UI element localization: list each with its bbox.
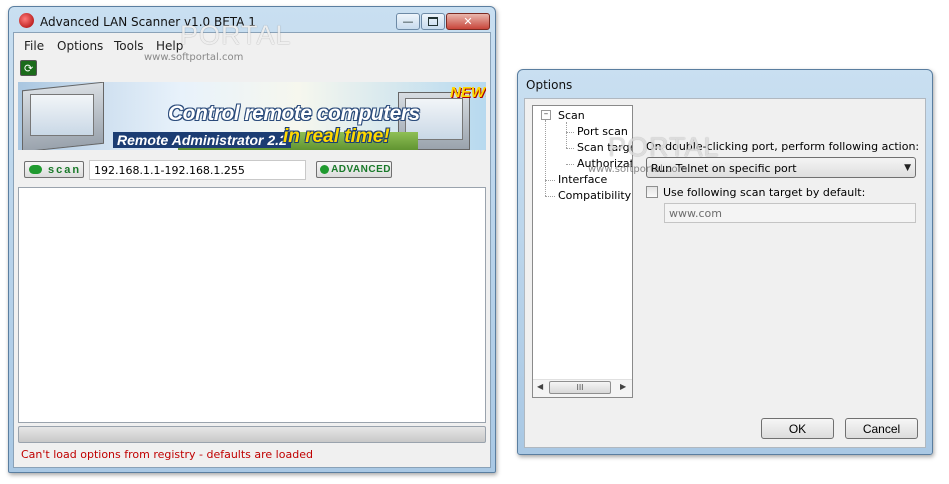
scanner-title: Advanced LAN Scanner v1.0 BETA 1 [40,15,256,29]
port-action-value: Run Telnet on specific port [651,162,797,175]
advanced-button[interactable]: ADVANCED [316,161,392,178]
tree-item-scan-target-clip: Scan target [577,141,632,155]
minimize-icon: — [402,15,414,28]
progress-bar [18,426,486,443]
ad-banner[interactable]: Control remote computers Remote Administ… [18,82,486,150]
scroll-right-icon[interactable]: ▶ [620,382,626,391]
scan-green-icon [29,165,42,174]
tree-item-interface[interactable]: Interface [558,173,607,186]
dropdown-arrow-icon: ▼ [904,163,911,173]
use-target-label[interactable]: Use following scan target by default: [663,186,865,199]
maximize-icon [428,17,438,26]
cancel-button[interactable]: Cancel [845,418,918,439]
scan-target-input[interactable]: www.com [664,203,916,223]
port-action-dropdown[interactable]: Run Telnet on specific port ▼ [646,157,916,178]
tree-item-compatibility[interactable]: Compatibility [558,189,631,202]
menu-options[interactable]: Options [57,39,103,53]
app-logo-icon [19,13,34,28]
port-action-label: On double-clicking port, perform followi… [646,140,920,153]
advanced-green-icon [320,165,330,174]
scroll-thumb[interactable]: III [549,381,611,394]
tree-item-authorization[interactable]: Authorization [577,157,632,170]
banner-new-badge: NEW! [450,84,486,101]
scan-label: scan [48,163,82,176]
minimize-button[interactable]: — [396,13,420,30]
banner-headline: Control remote computers [168,102,420,125]
tree-connector [566,122,567,148]
tree-connector [545,180,555,181]
menu-help[interactable]: Help [156,39,183,53]
options-title: Options [526,78,573,92]
scan-button[interactable]: scan [24,161,84,178]
tree-connector [566,132,574,133]
tree-connector [545,196,555,197]
tree-item-scan[interactable]: Scan [558,109,585,122]
menu-tools[interactable]: Tools [114,39,144,53]
results-list[interactable] [18,187,486,423]
tree-connector [566,164,574,165]
ip-range-input[interactable]: 192.168.1.1-192.168.1.255 [89,160,306,180]
menu-file[interactable]: File [24,39,44,53]
refresh-tool-button[interactable]: ⟳ [20,60,37,76]
status-text: Can't load options from registry - defau… [21,448,313,461]
tree-connector [545,120,546,196]
tree-item-port-scan[interactable]: Port scan [577,125,628,138]
refresh-icon: ⟳ [24,62,34,75]
scroll-left-icon[interactable]: ◀ [537,382,543,391]
scroll-thumb-grip: III [576,383,584,392]
tree-item-scan-target[interactable]: Scan target [577,141,632,154]
tree-connector [566,148,574,149]
maximize-button[interactable] [421,13,445,30]
ok-button[interactable]: OK [761,418,834,439]
use-target-checkbox[interactable] [646,186,658,198]
advanced-label: ADVANCED [331,164,391,175]
close-button[interactable]: ✕ [446,13,490,30]
banner-product: Remote Administrator 2.2 [113,132,291,148]
tree-item-authorization-clip: Authorization [577,157,632,171]
close-icon: ✕ [463,15,473,28]
banner-subline: in real time! [283,126,390,147]
banner-screen-left [30,94,94,136]
tree-collapse-icon[interactable]: – [541,110,551,120]
